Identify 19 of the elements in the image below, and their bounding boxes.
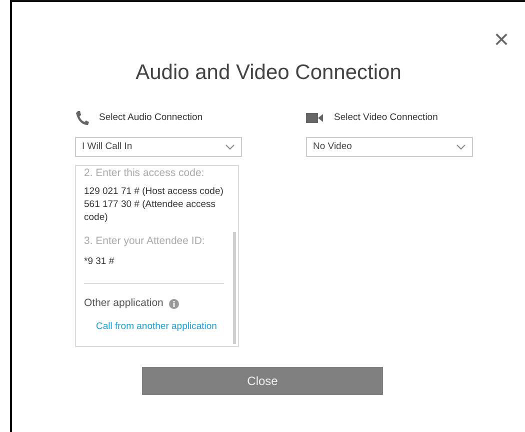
dropdown[interactable]: I Will Call In — [75, 137, 242, 158]
dialog-title: Audio and Video Connection — [136, 60, 402, 86]
step-text: 561 177 30 # (Attendee access code) — [84, 198, 217, 224]
info-icon[interactable] — [169, 298, 180, 309]
close-button[interactable]: Close — [142, 367, 383, 396]
chevron-down-icon — [225, 144, 235, 150]
phone-icon — [75, 110, 89, 126]
step-heading: 2. Enter this access code: — [84, 166, 206, 182]
call-link[interactable]: Call from another application — [96, 320, 217, 333]
scrollbar[interactable] — [233, 232, 236, 344]
dropdown[interactable]: No Video — [306, 137, 473, 158]
video-camera-icon — [306, 113, 324, 124]
video-connection-label: Select Video Connection — [334, 111, 438, 126]
other-application-label: Other application — [84, 296, 164, 311]
chevron-down-icon — [456, 144, 466, 150]
step-text: *9 31 # — [84, 256, 116, 269]
step-text: 129 021 71 # (Host access code) — [84, 186, 224, 199]
audio-connection-label: Select Audio Connection — [99, 111, 203, 126]
step-heading: 3. Enter your Attendee ID: — [84, 234, 206, 250]
